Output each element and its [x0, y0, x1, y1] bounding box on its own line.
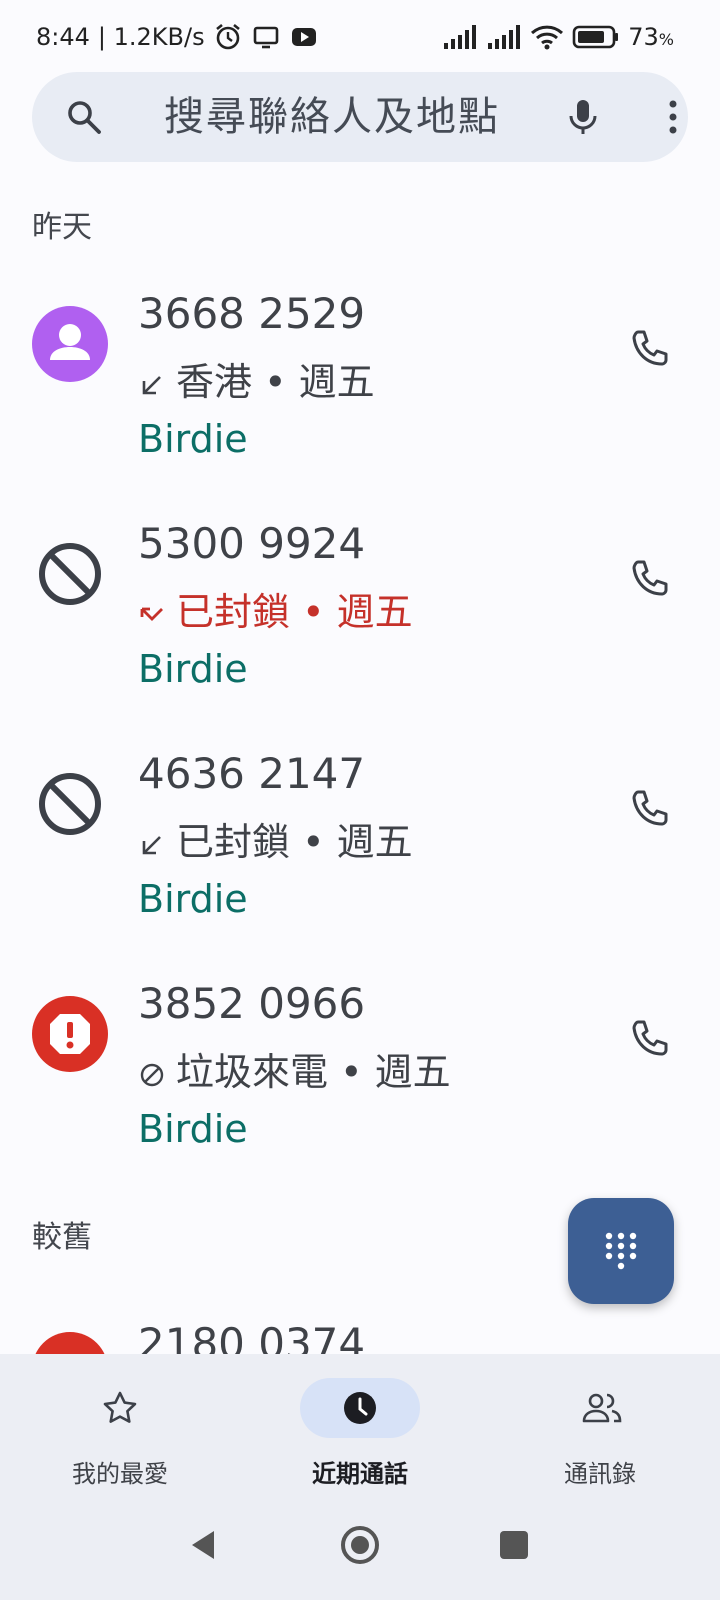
youtube-icon — [289, 22, 319, 52]
phone-icon[interactable] — [626, 1016, 674, 1064]
call-meta-text: 垃圾來電 • 週五 — [176, 1049, 451, 1094]
incoming-call-icon — [138, 824, 166, 855]
phone-icon[interactable] — [626, 786, 674, 834]
tab-label: 通訊錄 — [564, 1460, 636, 1488]
bottom-nav: 我的最愛 近期通話 通訊錄 — [0, 1354, 720, 1490]
battery-icon — [572, 25, 619, 49]
section-header-yesterday: 昨天 — [32, 210, 92, 245]
call-meta: 已封鎖 • 週五 — [138, 586, 413, 634]
screen-cast-icon — [251, 22, 281, 52]
mic-icon[interactable] — [562, 96, 604, 138]
section-header-older: 較舊 — [32, 1220, 92, 1255]
recents-apps-icon[interactable] — [492, 1523, 536, 1567]
battery-percent: 73% — [628, 23, 674, 51]
call-meta-text: 香港 • 週五 — [176, 359, 375, 404]
wifi-icon — [531, 25, 564, 50]
call-number: 3852 0966 — [138, 979, 366, 1028]
home-icon[interactable] — [338, 1523, 382, 1567]
star-icon — [103, 1391, 137, 1423]
call-sim-label: Birdie — [138, 1107, 248, 1151]
call-number: 2180 0374 — [138, 1319, 366, 1354]
spam-alert-icon[interactable] — [32, 996, 108, 1072]
clock-icon — [344, 1392, 376, 1424]
person-icon[interactable] — [32, 306, 108, 382]
signal-icon-2 — [488, 25, 521, 49]
status-left: 8:44 | 1.2KB/s — [36, 20, 319, 54]
nav-icon-wrap — [60, 1378, 180, 1438]
call-meta-text: 已封鎖 • 週五 — [176, 819, 413, 864]
call-meta: 香港 • 週五 — [138, 356, 375, 404]
call-sim-label: Birdie — [138, 647, 248, 691]
call-meta: 垃圾來電 • 週五 — [138, 1046, 451, 1094]
signal-icon — [444, 25, 477, 49]
call-row[interactable]: 5300 9924 已封鎖 • 週五 Birdie — [0, 500, 720, 730]
nav-icon-wrap — [540, 1378, 660, 1438]
search-icon[interactable] — [66, 99, 102, 135]
call-sim-label: Birdie — [138, 417, 248, 461]
tab-label: 近期通話 — [312, 1460, 408, 1488]
network-speed: | 1.2KB/s — [97, 23, 205, 51]
call-row[interactable]: 3668 2529 香港 • 週五 Birdie — [0, 270, 720, 500]
phone-icon[interactable] — [626, 326, 674, 374]
search-input[interactable]: 搜尋聯絡人及地點 — [164, 92, 500, 142]
tab-recents[interactable]: 近期通話 — [240, 1354, 480, 1490]
spam-alert-icon[interactable] — [32, 1332, 108, 1354]
phone-icon[interactable] — [626, 556, 674, 604]
tab-contacts[interactable]: 通訊錄 — [480, 1354, 720, 1490]
call-number: 3668 2529 — [138, 289, 366, 338]
call-meta-text: 已封鎖 • 週五 — [176, 589, 413, 634]
declined-call-icon — [138, 1054, 166, 1087]
search-bar[interactable]: 搜尋聯絡人及地點 — [32, 72, 688, 162]
alarm-icon — [213, 22, 243, 52]
more-options-icon[interactable] — [652, 96, 694, 138]
dialpad-icon — [605, 1232, 637, 1270]
tab-label: 我的最愛 — [72, 1460, 168, 1488]
call-row[interactable]: 4636 2147 已封鎖 • 週五 Birdie — [0, 730, 720, 960]
tab-favorites[interactable]: 我的最愛 — [0, 1354, 240, 1490]
missed-call-icon — [138, 594, 166, 622]
blocked-icon[interactable] — [32, 536, 108, 612]
call-number: 4636 2147 — [138, 749, 366, 798]
call-meta: 已封鎖 • 週五 — [138, 816, 413, 864]
people-icon — [582, 1393, 622, 1423]
nav-icon-wrap — [300, 1378, 420, 1438]
blocked-icon[interactable] — [32, 766, 108, 842]
back-icon[interactable] — [182, 1523, 226, 1567]
status-bar: 8:44 | 1.2KB/s 73% — [0, 0, 720, 72]
system-nav-bar — [0, 1490, 720, 1600]
status-right: 73% — [442, 20, 674, 54]
dialpad-button[interactable] — [568, 1198, 674, 1304]
call-sim-label: Birdie — [138, 877, 248, 921]
call-number: 5300 9924 — [138, 519, 366, 568]
call-row[interactable]: 2180 0374 — [0, 1318, 720, 1354]
incoming-call-icon — [138, 364, 166, 395]
call-row[interactable]: 3852 0966 垃圾來電 • 週五 Birdie — [0, 960, 720, 1190]
status-time: 8:44 — [36, 23, 90, 51]
